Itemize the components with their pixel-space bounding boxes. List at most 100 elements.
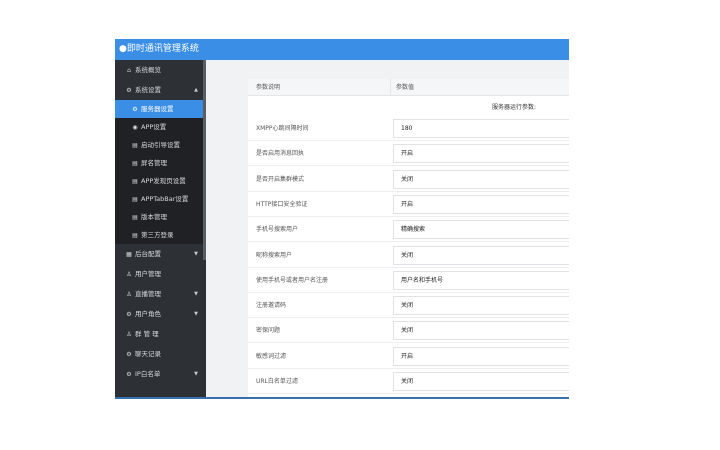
section-note: 服务器运行参数: xyxy=(492,104,537,111)
header-param-value: 参数值 xyxy=(396,84,415,91)
table-row: HTTP接口安全验证 开启 xyxy=(248,192,569,217)
app-title: ●即时通讯管理系统 xyxy=(115,39,569,60)
sidebar-item-version[interactable]: ▤ 版本管理 xyxy=(115,208,203,226)
sidebar-item-label: APPTabBar设置 xyxy=(141,195,189,203)
sidebar-item-label: 第三方登录 xyxy=(141,231,174,239)
version-icon: ▤ xyxy=(132,214,138,221)
table-row: 密保问题 关闭 xyxy=(248,318,569,344)
param-label: 手机号搜索用户 xyxy=(256,226,299,234)
sidebar-item-label: 聊天记录 xyxy=(135,350,161,358)
param-value-field[interactable]: 开启 xyxy=(393,346,569,366)
sidebar-item-label: IP白名单 xyxy=(135,370,161,378)
main-content: 参数说明 参数值 服务器运行参数: XMPP心跳间隔时间 180 是否启用消息回执开… xyxy=(206,60,569,399)
chevron-down-icon: ▼ xyxy=(194,291,198,297)
param-value-field[interactable]: 180 xyxy=(393,119,569,138)
sidebar-item-third-party[interactable]: ▤ 第三方登录 xyxy=(115,226,203,244)
table-row: 手机号搜索用户 精确搜索 xyxy=(248,217,569,243)
tabbar-icon: ▤ xyxy=(132,196,138,203)
param-label: 密保问题 xyxy=(256,327,281,335)
sidebar-item-app[interactable]: ◉ APP设置 xyxy=(115,118,203,136)
bottom-border xyxy=(115,397,569,399)
sidebar-item-label: 直播管理 xyxy=(135,290,161,298)
table-row: 是否开启集群模式 关闭 xyxy=(248,167,569,192)
sensitive-words-icon: ▤ xyxy=(132,160,138,167)
calendar-icon: ▦ xyxy=(126,251,132,258)
param-value-field[interactable]: 关闭 xyxy=(393,321,569,341)
sidebar-item-label: 群 管 理 xyxy=(135,330,159,338)
third-party-icon: ▤ xyxy=(132,232,138,239)
table-header: 参数说明 参数值 xyxy=(248,79,569,96)
param-label: 昵称搜索用户 xyxy=(256,251,293,259)
sidebar-item-user[interactable]: ♙ 用户管理 xyxy=(115,264,203,284)
sidebar-item-boot-page[interactable]: ▤ 启动引导设置 xyxy=(115,136,203,154)
ip-whitelist-icon: ⚙ xyxy=(126,371,132,378)
table-row: URL白名单过滤 关闭 xyxy=(248,369,569,394)
sidebar-item-label: 系统设置 xyxy=(135,86,161,94)
sidebar-item-label: 用户角色 xyxy=(135,310,161,318)
sidebar-item-tabbar[interactable]: ▤ APPTabBar设置 xyxy=(115,190,203,208)
user-icon: ♙ xyxy=(126,271,132,278)
chat-record-icon: ⚙ xyxy=(126,351,132,358)
table-row: XMPP心跳间隔时间 180 xyxy=(248,116,569,141)
param-value-field[interactable]: 开启 xyxy=(393,194,569,214)
sidebar-item-gear[interactable]: ⚙ 系统设置 ▲ xyxy=(115,80,203,100)
sidebar-item-calendar[interactable]: ▦ 后台配置 ▼ xyxy=(115,244,203,264)
sidebar-item-discover-page[interactable]: ▤ APP发现页设置 xyxy=(115,172,203,190)
param-label: 注册邀请码 xyxy=(256,302,287,310)
param-value-field[interactable]: 关闭 xyxy=(393,296,569,316)
sidebar-item-label: APP设置 xyxy=(141,123,167,131)
param-value-field[interactable]: 开启 xyxy=(393,144,569,164)
param-value-field[interactable]: 关闭 xyxy=(393,372,569,391)
sidebar-item-label: 启动引导设置 xyxy=(141,141,180,149)
table-row: 昵称搜索用户 关闭 xyxy=(248,243,569,268)
role-icon: ⚙ xyxy=(126,311,132,318)
param-label: 是否启用消息回执 xyxy=(256,150,305,158)
boot-page-icon: ▤ xyxy=(132,142,138,149)
chevron-down-icon: ▼ xyxy=(194,371,198,377)
sidebar-item-label: 用户管理 xyxy=(135,270,161,278)
sidebar-item-label: 屏名管理 xyxy=(141,159,167,167)
header-divider xyxy=(390,79,391,96)
chevron-down-icon: ▼ xyxy=(194,311,198,317)
header-param-desc: 参数说明 xyxy=(256,84,281,91)
home-icon: ⌂ xyxy=(127,67,131,74)
app-window: ●即时通讯管理系统 ⌂ 系统概览 ⚙ 系统设置 ▲ ⚙ 服务器设置 ◉ APP设置 ▤ 启动引导设置… xyxy=(115,39,569,399)
param-value-field[interactable]: 用户名和手机号 xyxy=(393,270,569,290)
sidebar-item-label: 系统概览 xyxy=(135,66,161,74)
param-label: 敏感词过滤 xyxy=(256,352,287,360)
gear-icon: ⚙ xyxy=(132,106,138,113)
param-label: XMPP心跳间隔时间 xyxy=(256,125,309,132)
param-value-field[interactable]: 关闭 xyxy=(393,169,569,189)
sidebar-item-gear[interactable]: ⚙ 服务器设置 xyxy=(115,100,203,118)
param-label: 使用手机号或者用户名注册 xyxy=(256,276,329,284)
sidebar-item-label: 后台配置 xyxy=(135,250,161,258)
sidebar-item-live[interactable]: ♙ 直播管理 ▼ xyxy=(115,284,203,304)
sidebar-item-ip-whitelist[interactable]: ⚙ IP白名单 ▼ xyxy=(115,364,203,384)
sidebar-item-sensitive-words[interactable]: ▤ 屏名管理 xyxy=(115,154,203,172)
sidebar: ⌂ 系统概览 ⚙ 系统设置 ▲ ⚙ 服务器设置 ◉ APP设置 ▤ 启动引导设置 ▤ 屏名管理 ▤ APP发… xyxy=(115,60,206,399)
param-value-field[interactable]: 精确搜索 xyxy=(393,220,569,240)
sidebar-item-label: APP发现页设置 xyxy=(141,177,186,185)
table-row: 注册邀请码 关闭 xyxy=(248,293,569,319)
sidebar-item-chat-record[interactable]: ⚙ 聊天记录 xyxy=(115,344,203,364)
sidebar-item-group[interactable]: ♙ 群 管 理 xyxy=(115,324,203,344)
param-label: HTTP接口安全验证 xyxy=(256,200,308,208)
param-value-field[interactable]: 关闭 xyxy=(393,245,569,265)
sidebar-item-label: 服务器设置 xyxy=(141,105,174,113)
discover-page-icon: ▤ xyxy=(132,178,138,185)
param-label: URL白名单过滤 xyxy=(256,378,298,385)
group-icon: ♙ xyxy=(126,331,132,338)
sidebar-item-label: 版本管理 xyxy=(141,213,167,221)
gear-icon: ⚙ xyxy=(126,87,132,94)
sidebar-item-role[interactable]: ⚙ 用户角色 ▼ xyxy=(115,304,203,324)
live-icon: ♙ xyxy=(126,291,132,298)
chevron-up-icon: ▲ xyxy=(194,87,198,93)
chevron-down-icon: ▼ xyxy=(194,251,198,257)
settings-panel: 参数说明 参数值 服务器运行参数: XMPP心跳间隔时间 180 是否启用消息回执开… xyxy=(248,79,569,399)
sidebar-item-home[interactable]: ⌂ 系统概览 xyxy=(115,60,203,80)
table-row: 敏感词过滤 开启 xyxy=(248,344,569,369)
table-row: 使用手机号或者用户名注册 用户名和手机号 xyxy=(248,268,569,293)
param-label: 是否开启集群模式 xyxy=(256,175,305,183)
app-icon: ◉ xyxy=(132,124,138,131)
table-row: 是否启用消息回执 开启 xyxy=(248,141,569,167)
